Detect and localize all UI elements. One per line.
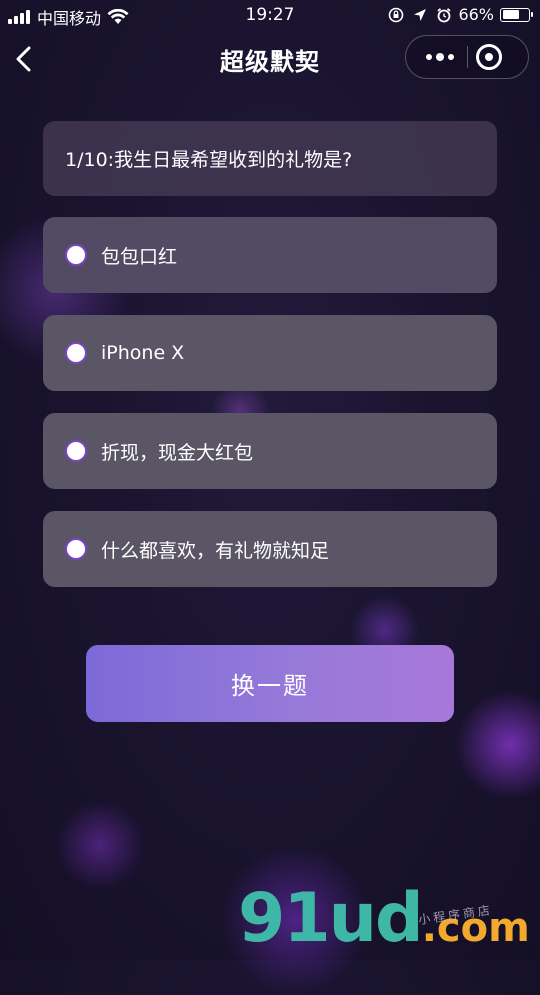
status-bar: 中国移动 19:27 66% bbox=[0, 0, 540, 30]
capsule-divider bbox=[467, 46, 468, 68]
nav-bar: 超级默契 bbox=[0, 30, 540, 88]
status-right: 66% bbox=[380, 5, 533, 24]
orientation-lock-icon bbox=[389, 7, 404, 22]
background-glow bbox=[55, 800, 145, 890]
watermark-main: 91ud bbox=[238, 879, 424, 958]
option-item[interactable]: iPhone X bbox=[43, 315, 497, 391]
option-label: 什么都喜欢，有礼物就知足 bbox=[101, 539, 330, 562]
option-label: 折现，现金大红包 bbox=[101, 441, 254, 464]
option-label: 包包口红 bbox=[101, 245, 178, 268]
swap-question-button[interactable]: 换一题 bbox=[86, 645, 454, 722]
option-item[interactable]: 什么都喜欢，有礼物就知足 bbox=[43, 511, 497, 587]
battery-percent: 66% bbox=[458, 5, 494, 24]
option-item[interactable]: 折现，现金大红包 bbox=[43, 413, 497, 489]
background-glow bbox=[455, 690, 540, 800]
battery-icon bbox=[500, 7, 533, 22]
radio-button[interactable] bbox=[65, 244, 87, 266]
swap-question-label: 换一题 bbox=[231, 672, 309, 700]
mini-program-capsule bbox=[405, 35, 529, 79]
alarm-icon bbox=[437, 7, 452, 22]
question-text: 1/10:我生日最希望收到的礼物是? bbox=[65, 149, 353, 171]
radio-button[interactable] bbox=[65, 538, 87, 560]
location-icon bbox=[414, 8, 427, 21]
question-card: 1/10:我生日最希望收到的礼物是? bbox=[43, 121, 497, 196]
battery-fill bbox=[502, 10, 519, 19]
more-dots-icon[interactable] bbox=[416, 36, 464, 78]
target-close-icon[interactable] bbox=[476, 44, 502, 70]
radio-button[interactable] bbox=[65, 440, 87, 462]
option-item[interactable]: 包包口红 bbox=[43, 217, 497, 293]
option-label: iPhone X bbox=[101, 342, 185, 364]
radio-button[interactable] bbox=[65, 342, 87, 364]
watermark-logo: 91ud.com bbox=[238, 885, 530, 953]
